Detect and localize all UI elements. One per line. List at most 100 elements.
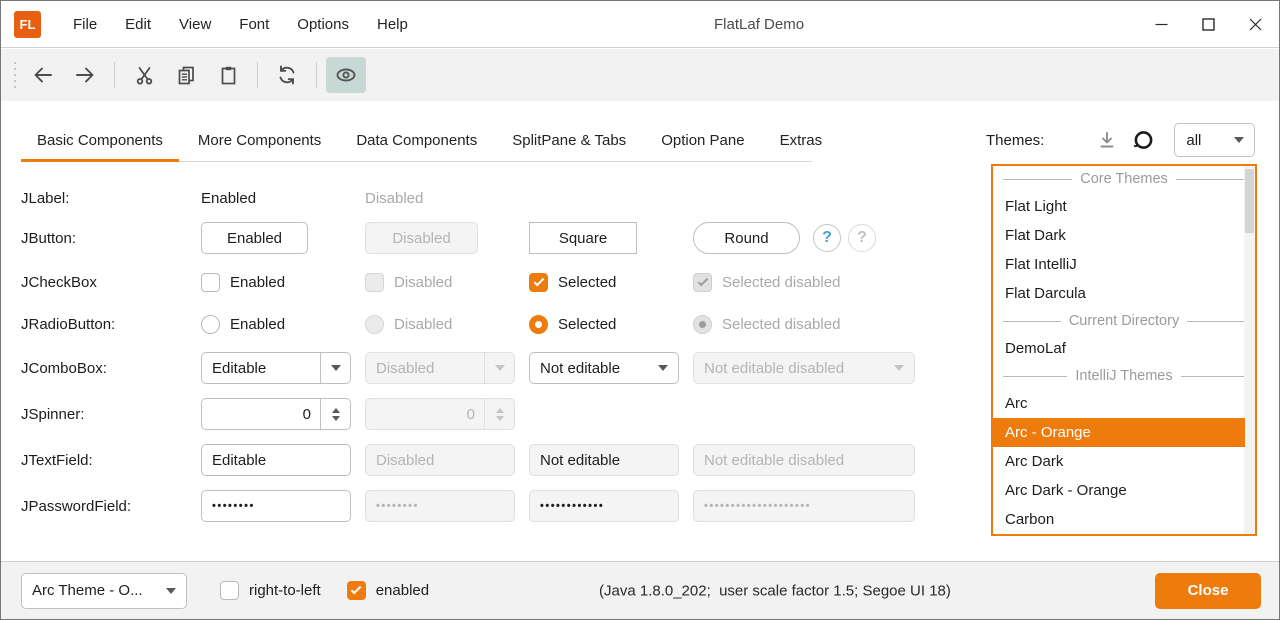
list-item[interactable]: Flat Light	[993, 192, 1255, 221]
spinner-down-icon	[496, 416, 504, 421]
bottombar: Arc Theme - O... right-to-left enabled (…	[1, 561, 1279, 619]
textfield-not-editable: Not editable	[529, 444, 679, 476]
radio-selected-icon	[693, 315, 712, 334]
enabled-button[interactable]: Enabled	[201, 222, 308, 254]
chevron-down-icon[interactable]	[156, 574, 186, 608]
app-window: FL File Edit View Font Options Help Flat…	[0, 0, 1280, 620]
jspinner-row: JSpinner: 0 0	[21, 392, 966, 436]
github-icon	[1132, 129, 1155, 152]
forward-button[interactable]	[65, 57, 105, 93]
spinner-arrows	[484, 399, 514, 429]
close-window-button[interactable]	[1232, 1, 1279, 47]
row-label: JPasswordField:	[21, 498, 201, 515]
toolbar-separator	[316, 62, 317, 88]
radio-enabled[interactable]: Enabled	[201, 315, 285, 334]
spinner-enabled[interactable]: 0	[201, 398, 351, 430]
round-button[interactable]: Round	[693, 222, 800, 254]
list-item[interactable]: Carbon	[993, 505, 1255, 534]
maximize-button[interactable]	[1185, 1, 1232, 47]
jlabel-row: JLabel: Enabled Disabled	[21, 176, 966, 220]
jcheckbox-row: JCheckBox Enabled Disabled Selected Sele…	[21, 260, 966, 304]
cut-button[interactable]	[124, 57, 164, 93]
radio-selected-disabled: Selected disabled	[693, 315, 840, 334]
checkbox-checked-icon	[693, 273, 712, 292]
row-label: JCheckBox	[21, 274, 201, 291]
tab-option-pane[interactable]: Option Pane	[645, 119, 760, 162]
menubar: File Edit View Font Options Help	[59, 1, 422, 47]
copy-icon	[176, 65, 197, 86]
paste-button[interactable]	[208, 57, 248, 93]
list-item-selected[interactable]: Arc - Orange	[993, 418, 1245, 447]
passwordfield-editable[interactable]: ••••••••	[201, 490, 351, 522]
label-enabled: Enabled	[201, 190, 256, 207]
combobox-disabled: Disabled	[365, 352, 515, 384]
list-separator: Current Directory	[993, 308, 1255, 334]
chevron-down-icon[interactable]	[320, 353, 350, 383]
menu-font[interactable]: Font	[225, 1, 283, 47]
themes-filter-combobox[interactable]: all	[1174, 123, 1255, 157]
menu-help[interactable]: Help	[363, 1, 422, 47]
theme-selector-combobox[interactable]: Arc Theme - O...	[21, 573, 187, 609]
titlebar: FL File Edit View Font Options Help Flat…	[1, 1, 1279, 48]
checkbox-selected-disabled: Selected disabled	[693, 273, 840, 292]
menu-edit[interactable]: Edit	[111, 1, 165, 47]
textfield-not-editable-disabled: Not editable disabled	[693, 444, 915, 476]
checkbox-enabled[interactable]: Enabled	[201, 273, 285, 292]
refresh-button[interactable]	[267, 57, 307, 93]
checkbox-icon	[220, 581, 239, 600]
list-item[interactable]: Arc Dark	[993, 447, 1255, 476]
copy-button[interactable]	[166, 57, 206, 93]
list-item[interactable]: Flat Dark	[993, 221, 1255, 250]
minimize-button[interactable]	[1138, 1, 1185, 47]
combobox-editable[interactable]: Editable	[201, 352, 351, 384]
question-icon: ?	[822, 229, 832, 247]
tab-splitpane-tabs[interactable]: SplitPane & Tabs	[496, 119, 642, 162]
list-item[interactable]: Flat IntelliJ	[993, 250, 1255, 279]
row-label: JButton:	[21, 230, 201, 247]
list-item[interactable]: Arc	[993, 389, 1255, 418]
checkbox-selected[interactable]: Selected	[529, 273, 616, 292]
spinner-up-icon	[496, 408, 504, 413]
tab-data-components[interactable]: Data Components	[340, 119, 493, 162]
chevron-down-icon	[484, 353, 514, 383]
github-button[interactable]	[1128, 125, 1158, 155]
window-controls	[1138, 1, 1279, 47]
show-hidden-toggle-button[interactable]	[326, 57, 366, 93]
list-item[interactable]: DemoLaf	[993, 334, 1255, 363]
row-label: JComboBox:	[21, 360, 201, 377]
forward-arrow-icon	[74, 64, 96, 86]
enabled-checkbox[interactable]: enabled	[347, 581, 429, 600]
square-button[interactable]: Square	[529, 222, 637, 254]
menu-options[interactable]: Options	[283, 1, 363, 47]
menu-view[interactable]: View	[165, 1, 225, 47]
themes-label: Themes:	[986, 132, 1044, 149]
app-logo-icon: FL	[14, 11, 41, 38]
tab-more-components[interactable]: More Components	[182, 119, 337, 162]
back-button[interactable]	[23, 57, 63, 93]
close-button[interactable]: Close	[1155, 573, 1261, 609]
spinner-arrows[interactable]	[320, 399, 350, 429]
menu-file[interactable]: File	[59, 1, 111, 47]
list-item[interactable]: Arc Dark - Orange	[993, 476, 1255, 505]
toolbar-grip-handle[interactable]	[14, 62, 16, 88]
jbutton-row: JButton: Enabled Disabled Square Round ?…	[21, 216, 966, 260]
list-item[interactable]: Flat Darcula	[993, 279, 1255, 308]
checkbox-disabled: Disabled	[365, 273, 452, 292]
tab-extras[interactable]: Extras	[764, 119, 839, 162]
help-button[interactable]: ?	[813, 224, 841, 252]
textfield-editable[interactable]: Editable	[201, 444, 351, 476]
checkbox-checked-icon	[529, 273, 548, 292]
tab-basic-components[interactable]: Basic Components	[21, 119, 179, 162]
back-arrow-icon	[32, 64, 54, 86]
right-to-left-checkbox[interactable]: right-to-left	[220, 581, 321, 600]
radio-icon	[201, 315, 220, 334]
maximize-icon	[1202, 18, 1215, 31]
chevron-down-icon[interactable]	[648, 353, 678, 383]
toolbar	[1, 49, 1279, 101]
combobox-not-editable[interactable]: Not editable	[529, 352, 679, 384]
download-themes-button[interactable]	[1092, 125, 1122, 155]
toolbar-separator	[257, 62, 258, 88]
spinner-disabled: 0	[365, 398, 515, 430]
radio-selected[interactable]: Selected	[529, 315, 616, 334]
radio-icon	[365, 315, 384, 334]
